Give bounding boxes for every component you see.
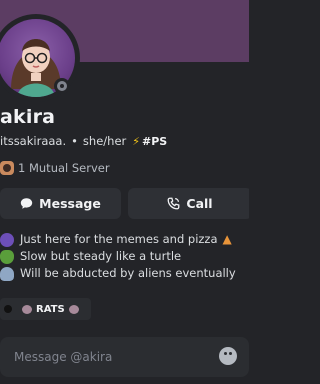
lightning-icon: ⚡ [132,134,140,148]
mutual-servers-label: 1 Mutual Server [18,161,110,175]
message-input-placeholder: Message @akira [14,350,113,364]
bio-line-text: Will be abducted by aliens eventually [20,266,236,280]
separator: • [71,134,78,148]
bio: Just here for the memes and pizza ▲ Slow… [0,231,236,282]
purple-creature-icon [0,232,14,247]
bio-line: Will be abducted by aliens eventually [0,265,236,282]
role-label: RATS [36,303,65,315]
bio-line-text: Slow but steady like a turtle [20,249,182,263]
message-button-label: Message [39,196,101,211]
message-icon [20,198,33,209]
ufo-icon [0,266,14,281]
badge-label: #PS [141,134,168,148]
bio-line: Slow but steady like a turtle [0,248,236,265]
server-icon [0,161,14,175]
message-button[interactable]: Message [0,188,121,219]
pronouns: she/her [82,134,127,148]
emoji-icon[interactable] [219,347,237,365]
pizza-icon: ▲ [222,232,232,246]
username: itssakiraaa. [0,134,67,148]
bio-line-text: Just here for the memes and pizza [20,232,218,246]
role-color-dot [4,305,12,313]
call-button-label: Call [186,196,213,211]
message-input[interactable]: Message @akira [0,337,249,377]
profile-card: akira itssakiraaa. • she/her ⚡ #PS 1 Mut… [0,0,249,384]
rat-icon [22,304,32,314]
call-button[interactable]: Call [128,188,249,219]
status-offline-indicator [54,78,70,94]
mutual-servers[interactable]: 1 Mutual Server [0,161,110,175]
rat-icon [68,304,79,314]
display-name: akira [0,106,56,128]
turtle-icon [0,249,14,264]
phone-icon [167,197,180,210]
bio-line: Just here for the memes and pizza ▲ [0,231,236,248]
role-tag[interactable]: RATS [0,298,91,320]
username-row: itssakiraaa. • she/her ⚡ #PS [0,134,167,148]
profile-badge[interactable]: ⚡ #PS [132,135,167,148]
